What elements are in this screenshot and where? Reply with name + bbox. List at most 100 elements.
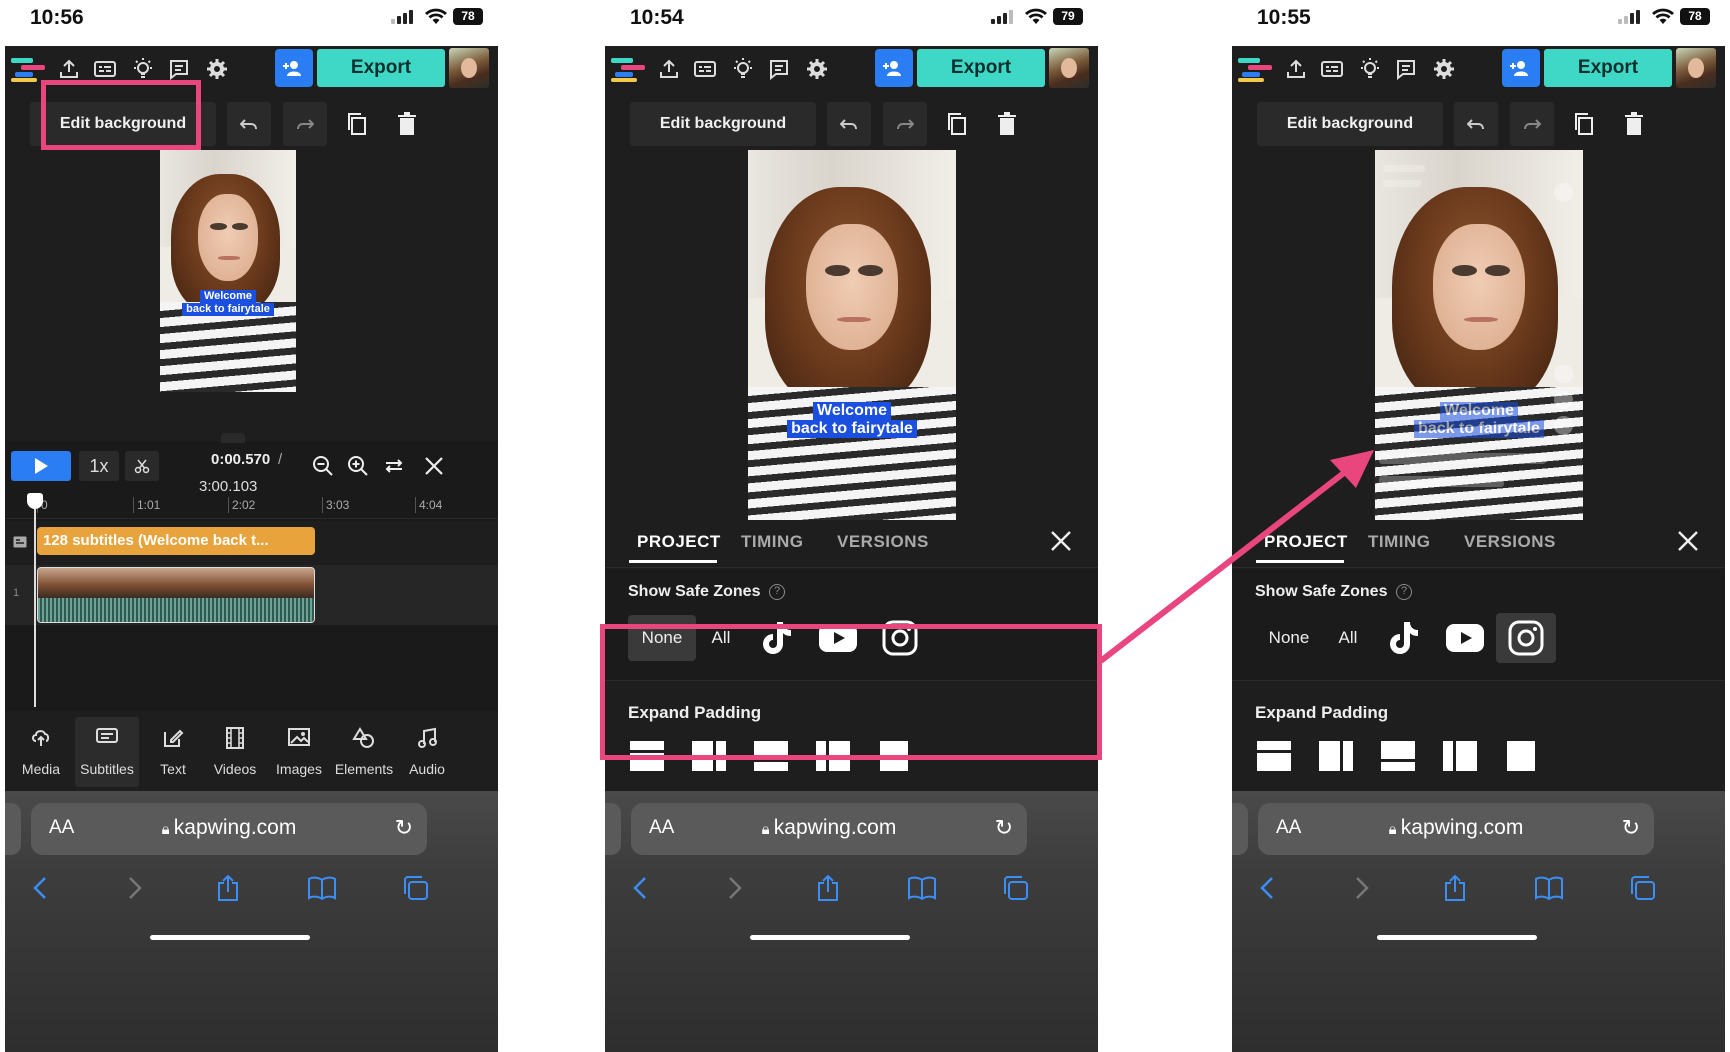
address-bar[interactable]: AA 🔒︎ kapwing.com ↻ (631, 803, 1027, 855)
subtitle-track[interactable]: 128 subtitles (Welcome back t... (37, 527, 315, 555)
undo-button[interactable] (227, 102, 271, 146)
undo-button[interactable] (827, 102, 871, 146)
address-bar[interactable]: AA 🔒︎ kapwing.com ↻ (1258, 803, 1654, 855)
bookmarks-icon[interactable] (907, 873, 937, 903)
redo-button[interactable] (883, 102, 927, 146)
share-icon[interactable] (813, 873, 843, 903)
tab-subtitles[interactable]: Subtitles (75, 717, 139, 787)
subtitle-caption[interactable]: Welcome back to fairytale (160, 290, 296, 316)
tabs-icon[interactable] (401, 873, 431, 903)
tab-project[interactable]: PROJECT (1264, 532, 1348, 552)
close-icon[interactable] (421, 453, 447, 479)
forward-icon[interactable] (720, 873, 750, 903)
add-user-button[interactable] (1502, 49, 1540, 87)
tabs-icon[interactable] (1001, 873, 1031, 903)
close-icon[interactable] (1048, 528, 1074, 554)
padding-top-bottom-icon[interactable] (1257, 741, 1291, 771)
zoom-out-icon[interactable] (310, 453, 336, 479)
share-icon[interactable] (1440, 873, 1470, 903)
previous-tab-edge[interactable] (5, 803, 21, 855)
back-icon[interactable] (625, 873, 655, 903)
back-icon[interactable] (1252, 873, 1282, 903)
instagram-icon[interactable] (1496, 613, 1556, 663)
timeline-resize-handle[interactable] (221, 433, 245, 443)
avatar[interactable] (449, 48, 489, 88)
add-user-button[interactable] (275, 49, 313, 87)
video-track-clip[interactable] (37, 567, 315, 623)
padding-bottom-icon[interactable] (1381, 741, 1415, 771)
add-user-button[interactable] (875, 49, 913, 87)
redo-button[interactable] (283, 102, 327, 146)
playback-speed-button[interactable]: 1x (79, 451, 119, 481)
safe-zone-all[interactable]: All (1328, 615, 1368, 661)
reload-icon[interactable]: ↻ (1622, 815, 1640, 841)
forward-icon[interactable] (1347, 873, 1377, 903)
avatar[interactable] (1676, 48, 1716, 88)
swap-icon[interactable] (381, 453, 407, 479)
comment-icon[interactable] (765, 55, 793, 83)
timeline-ruler[interactable]: 0 1:01 2:02 3:03 4:04 (5, 497, 498, 519)
padding-none-icon[interactable] (1505, 741, 1539, 771)
duplicate-button[interactable] (1562, 102, 1606, 146)
kapwing-logo[interactable] (1238, 58, 1272, 82)
reload-icon[interactable]: ↻ (395, 815, 413, 841)
export-button[interactable]: Export (1544, 49, 1672, 87)
padding-left-right-icon[interactable] (1319, 741, 1353, 771)
address-bar[interactable]: AA 🔒︎ kapwing.com ↻ (31, 803, 427, 855)
previous-tab-edge[interactable] (1232, 803, 1248, 855)
tab-timing[interactable]: TIMING (741, 532, 804, 552)
delete-button[interactable] (985, 102, 1029, 146)
forward-icon[interactable] (120, 873, 150, 903)
edit-background-button[interactable]: Edit background (630, 102, 816, 146)
export-button[interactable]: Export (317, 49, 445, 87)
close-icon[interactable] (1675, 528, 1701, 554)
avatar[interactable] (1049, 48, 1089, 88)
reload-icon[interactable]: ↻ (995, 815, 1013, 841)
subtitle-icon[interactable] (91, 55, 119, 83)
kapwing-logo[interactable] (611, 58, 645, 82)
subtitle-caption[interactable]: Welcome back to fairytale (748, 401, 956, 439)
tab-videos[interactable]: Videos (205, 717, 265, 787)
subtitle-icon[interactable] (691, 55, 719, 83)
tab-elements[interactable]: Elements (331, 717, 397, 787)
video-preview[interactable]: Welcome back to fairytale (160, 150, 296, 392)
upload-icon[interactable] (55, 55, 83, 83)
playhead[interactable] (34, 497, 36, 707)
gear-icon[interactable] (1430, 55, 1458, 83)
gear-icon[interactable] (203, 55, 231, 83)
help-icon[interactable]: ? (769, 584, 785, 600)
tabs-icon[interactable] (1628, 873, 1658, 903)
share-icon[interactable] (213, 873, 243, 903)
previous-tab-edge[interactable] (605, 803, 621, 855)
tab-versions[interactable]: VERSIONS (837, 532, 929, 552)
safe-zone-none[interactable]: None (1255, 615, 1323, 661)
tab-images[interactable]: Images (267, 717, 331, 787)
playhead-handle[interactable] (27, 493, 43, 509)
comment-icon[interactable] (165, 55, 193, 83)
back-icon[interactable] (25, 873, 55, 903)
upload-icon[interactable] (655, 55, 683, 83)
undo-button[interactable] (1454, 102, 1498, 146)
padding-left-icon[interactable] (1443, 741, 1477, 771)
bookmarks-icon[interactable] (1534, 873, 1564, 903)
tab-project[interactable]: PROJECT (637, 532, 721, 552)
subtitle-icon[interactable] (1318, 55, 1346, 83)
delete-button[interactable] (1612, 102, 1656, 146)
delete-button[interactable] (385, 102, 429, 146)
split-button[interactable] (125, 451, 159, 481)
kapwing-logo[interactable] (11, 58, 45, 82)
tiktok-icon[interactable] (1378, 615, 1428, 661)
export-button[interactable]: Export (917, 49, 1045, 87)
help-icon[interactable]: ? (1396, 584, 1412, 600)
duplicate-button[interactable] (335, 102, 379, 146)
lightbulb-icon[interactable] (729, 55, 757, 83)
tab-timing[interactable]: TIMING (1368, 532, 1431, 552)
video-preview[interactable]: Welcome back to fairytale (748, 150, 956, 520)
edit-background-button[interactable]: Edit background (1257, 102, 1443, 146)
zoom-in-icon[interactable] (345, 453, 371, 479)
lightbulb-icon[interactable] (129, 55, 157, 83)
upload-icon[interactable] (1282, 55, 1310, 83)
lightbulb-icon[interactable] (1356, 55, 1384, 83)
tab-text[interactable]: Text (143, 717, 203, 787)
redo-button[interactable] (1510, 102, 1554, 146)
